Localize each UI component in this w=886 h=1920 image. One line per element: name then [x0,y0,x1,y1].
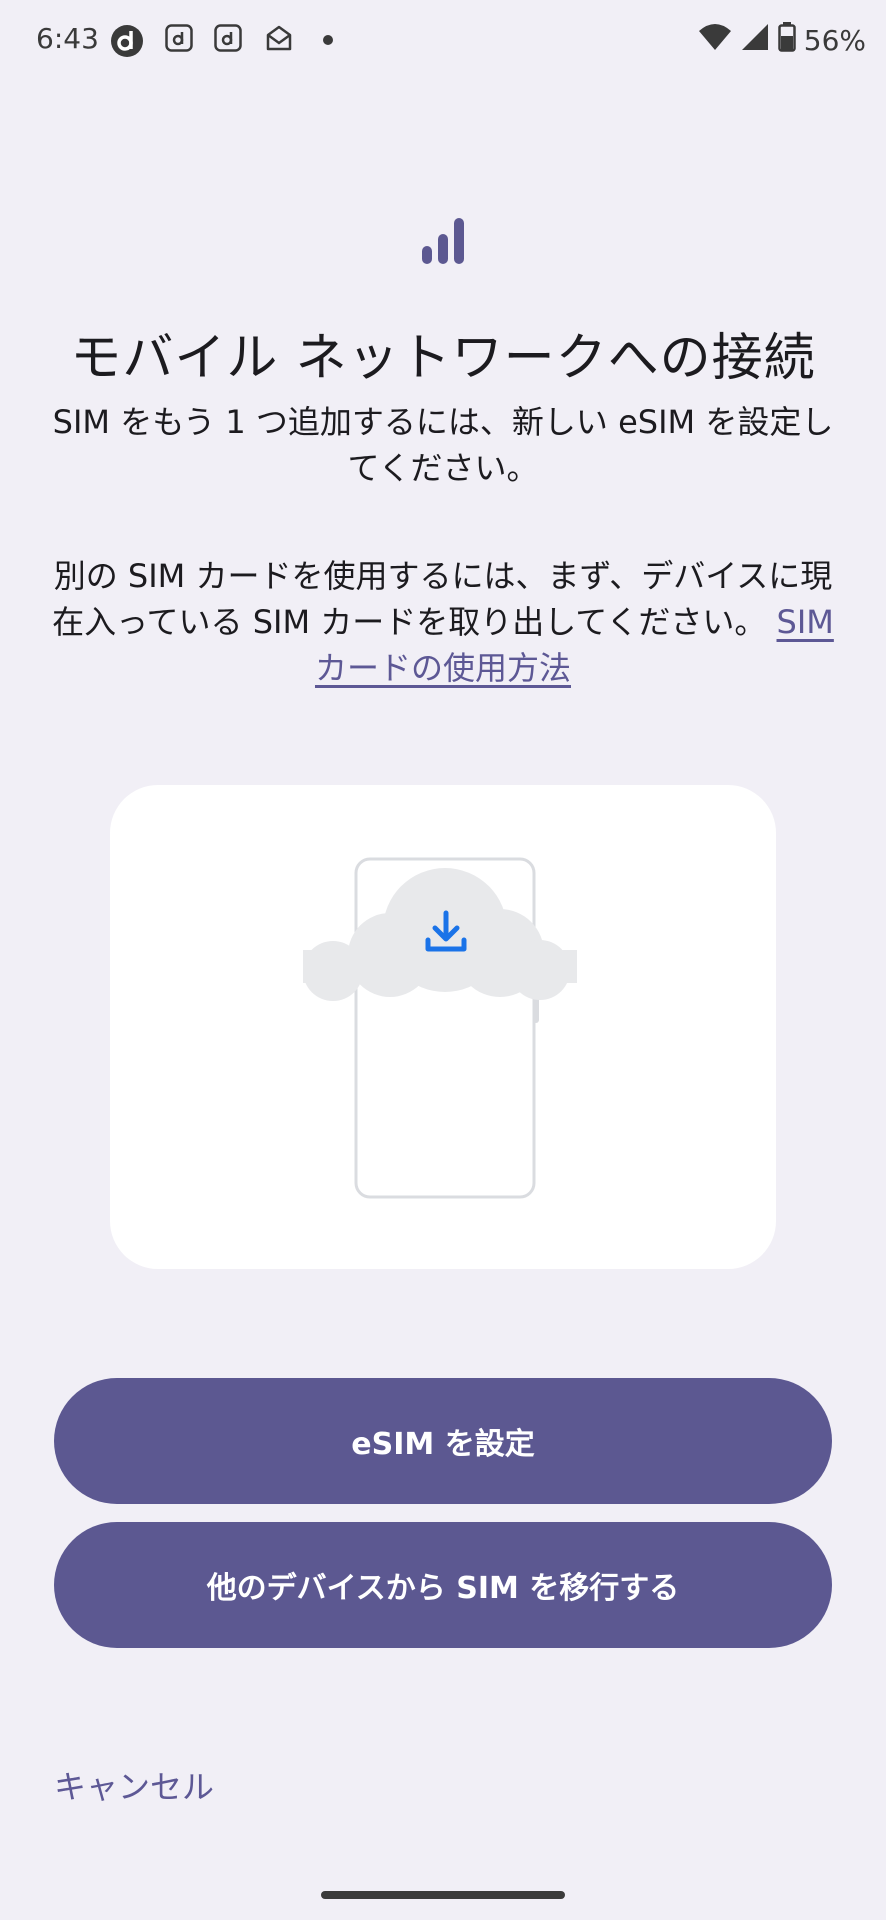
docomo-d-icon [110,24,144,58]
battery-percent: 56% [803,24,866,57]
sim-instructions-text: 別の SIM カードを使用するには、まず、デバイスに現在入っている SIM カー… [40,553,846,691]
d-app-icon [165,24,193,52]
transfer-sim-button[interactable]: 他のデバイスから SIM を移行する [54,1522,832,1648]
page-title: モバイル ネットワークへの接続 [70,329,816,388]
navigation-handle[interactable] [321,1891,565,1899]
mobile-signal-icon [418,216,468,266]
d-app-icon [214,24,242,52]
esim-illustration-card [110,785,776,1269]
cancel-button[interactable]: キャンセル [54,1762,214,1808]
status-time: 6:43 [36,22,99,55]
more-dot-icon [322,34,334,46]
setup-esim-button[interactable]: eSIM を設定 [54,1378,832,1504]
esim-download-illustration [303,857,577,1199]
status-right-group: 56% [698,22,866,59]
subtitle-text: SIM をもう 1 つ追加するには、新しい eSIM を設定してください。 [52,403,834,487]
battery-icon [778,22,796,59]
mail-icon [265,24,293,52]
wifi-icon [698,22,732,59]
status-bar: 6:43 56% [0,0,886,80]
instructions-body: 別の SIM カードを使用するには、まず、デバイスに現在入っている SIM カー… [52,557,833,641]
cell-signal-icon [740,22,770,59]
